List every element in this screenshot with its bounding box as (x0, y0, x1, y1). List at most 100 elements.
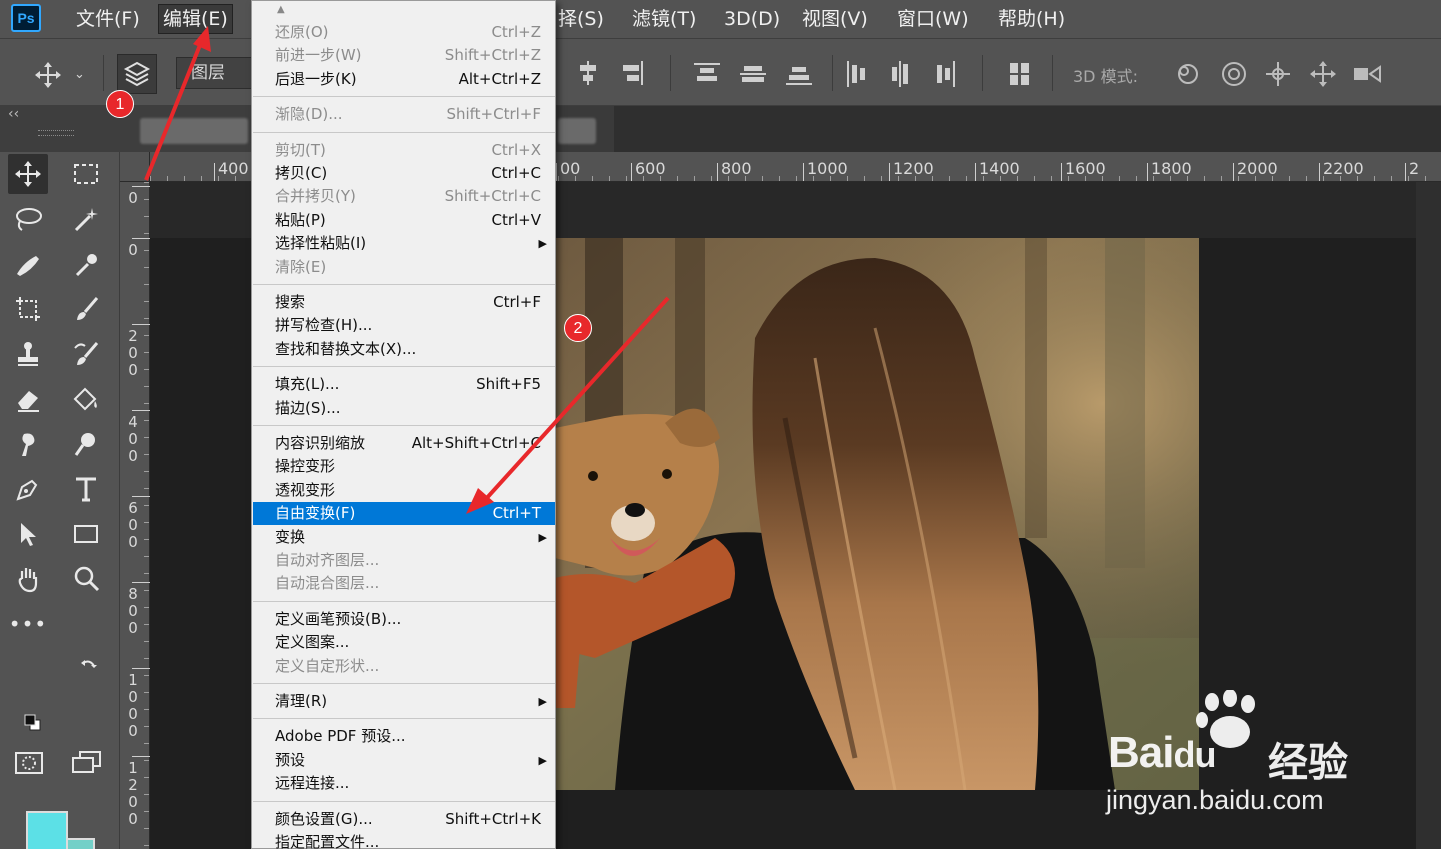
menu-item[interactable]: 选择性粘贴(I) ▶ (253, 232, 555, 255)
type-tool-icon[interactable] (66, 469, 106, 509)
layer-select-dropdown[interactable]: 图层 (176, 57, 256, 89)
menu-item[interactable]: 定义画笔预设(B)... (253, 608, 555, 631)
ruler-label: 4 0 0 (128, 413, 138, 465)
ruler-minor-tick (1153, 176, 1154, 181)
clone-stamp-tool-icon[interactable] (8, 334, 48, 374)
brush-tool-icon[interactable] (66, 289, 106, 329)
menu-item[interactable]: 还原(O) Ctrl+Z (253, 21, 555, 44)
menu-item[interactable]: Adobe PDF 预设... (253, 725, 555, 748)
paint-bucket-tool-icon[interactable] (66, 379, 106, 419)
ruler-minor-tick (144, 607, 149, 608)
menu-file[interactable]: 文件(F) (76, 0, 140, 38)
foreground-color-swatch[interactable] (26, 811, 68, 849)
menu-item[interactable]: 自动对齐图层... (253, 549, 555, 572)
eyedropper-tool-icon[interactable] (66, 244, 106, 284)
menu-item-label: 渐隐(D)... (275, 105, 343, 124)
ruler-minor-tick (1034, 176, 1035, 181)
menu-item[interactable]: 搜索 Ctrl+F (253, 291, 555, 314)
menu-item[interactable]: 自动混合图层... (253, 572, 555, 595)
ruler-minor-tick (144, 845, 149, 846)
menu-item[interactable]: 清理(R) ▶ (253, 690, 555, 713)
menu-item[interactable]: 清除(E) (253, 256, 555, 279)
lasso-tool-icon[interactable] (8, 199, 48, 239)
menu-item[interactable]: 指定配置文件... (253, 831, 555, 849)
menu-item[interactable]: 定义自定形状... (253, 655, 555, 678)
3d-mode-icons[interactable] (1172, 59, 1392, 89)
menu-item[interactable]: 描边(S)... (253, 397, 555, 420)
menu-item[interactable]: 剪切(T) Ctrl+X (253, 139, 555, 162)
rectangle-tool-icon[interactable] (66, 514, 106, 554)
auto-align-icon[interactable] (1008, 61, 1032, 87)
pen-tool-icon[interactable] (8, 469, 48, 509)
move-tool-icon[interactable] (8, 154, 48, 194)
menu-item[interactable]: 远程连接... (253, 772, 555, 795)
menu-window[interactable]: 窗口(W) (897, 0, 969, 38)
menu-item[interactable]: 渐隐(D)... Shift+Ctrl+F (253, 103, 555, 126)
history-brush-tool-icon[interactable] (66, 334, 106, 374)
chevron-down-icon[interactable]: ⌄ (74, 65, 85, 85)
menu-help[interactable]: 帮助(H) (998, 0, 1065, 38)
collapse-panel-icon[interactable]: ‹‹ (8, 106, 19, 122)
menu-item-shortcut: Shift+Ctrl+F (446, 105, 541, 124)
ruler-tick (132, 496, 150, 497)
menu-item[interactable]: 预设 ▶ (253, 749, 555, 772)
eraser-tool-icon[interactable] (8, 379, 48, 419)
scroll-up-icon[interactable]: ▲ (252, 1, 557, 19)
document-tab-2[interactable] (558, 118, 596, 144)
dodge-tool-icon[interactable] (66, 424, 106, 464)
auto-select-layers-button[interactable] (117, 54, 157, 94)
menu-filter[interactable]: 滤镜(T) (632, 0, 696, 38)
toolbox: ••• (0, 152, 120, 849)
menu-item[interactable]: 粘贴(P) Ctrl+V (253, 209, 555, 232)
ruler-minor-tick (847, 176, 848, 181)
menu-item[interactable]: 合并拷贝(Y) Shift+Ctrl+C (253, 185, 555, 208)
menu-item[interactable]: 内容识别缩放 Alt+Shift+Ctrl+C (253, 432, 555, 455)
menu-item[interactable]: 拷贝(C) Ctrl+C (253, 162, 555, 185)
menu-item-label: 后退一步(K) (275, 69, 357, 88)
ruler-label: 1 0 0 0 (128, 671, 138, 740)
document-tab[interactable] (140, 118, 248, 144)
marquee-tool-icon[interactable] (66, 154, 106, 194)
menu-item[interactable]: 查找和替换文本(X)... (253, 338, 555, 361)
menu-item-label: 描边(S)... (275, 398, 341, 417)
menu-item[interactable]: 后退一步(K) Alt+Ctrl+Z (253, 68, 555, 91)
menu-edit[interactable]: 编辑(E) (158, 4, 233, 34)
zoom-tool-icon[interactable] (66, 559, 106, 599)
menu-item[interactable]: 变换 ▶ (253, 526, 555, 549)
hand-tool-icon[interactable] (8, 559, 48, 599)
menu-item[interactable]: 自由变换(F) Ctrl+T (253, 502, 555, 526)
default-colors-icon[interactable] (24, 714, 42, 732)
healing-brush-tool-icon[interactable] (8, 244, 48, 284)
ruler-origin[interactable] (120, 152, 150, 182)
align-icon[interactable] (577, 61, 647, 87)
menu-item[interactable]: 定义图案... (253, 631, 555, 654)
menu-item-shortcut: Shift+Ctrl+K (445, 809, 541, 828)
ruler-minor-tick (949, 176, 950, 181)
menu-view[interactable]: 视图(V) (802, 0, 868, 38)
ruler-label: 1800 (1151, 159, 1192, 178)
crop-tool-icon[interactable] (8, 289, 48, 329)
distribute-icon[interactable] (692, 61, 817, 87)
ruler-minor-tick (1187, 176, 1188, 181)
quick-mask-icon[interactable] (14, 750, 46, 778)
panel-grip[interactable] (38, 130, 74, 136)
distribute-horizontal-icon[interactable] (845, 59, 960, 89)
menu-item[interactable]: 透视变形 (253, 479, 555, 502)
menu-select[interactable]: 择(S) (558, 0, 604, 38)
menu-item[interactable]: 颜色设置(G)... Shift+Ctrl+K (253, 808, 555, 831)
path-selection-tool-icon[interactable] (8, 514, 48, 554)
ruler-minor-tick (592, 176, 593, 181)
menu-3d[interactable]: 3D(D) (724, 0, 780, 38)
3d-slide-icon (1310, 61, 1336, 87)
ruler-minor-tick (1306, 176, 1307, 181)
more-tools-icon[interactable]: ••• (8, 604, 48, 644)
menu-item[interactable]: 填充(L)... Shift+F5 (253, 373, 555, 396)
menu-item[interactable]: 拼写检查(H)... (253, 314, 555, 337)
magic-wand-tool-icon[interactable] (66, 199, 106, 239)
menu-item[interactable]: 前进一步(W) Shift+Ctrl+Z (253, 44, 555, 67)
move-icon[interactable] (33, 61, 63, 89)
swap-colors-icon[interactable] (80, 657, 98, 675)
menu-item[interactable]: 操控变形 (253, 455, 555, 478)
smudge-tool-icon[interactable] (8, 424, 48, 464)
screen-mode-icon[interactable] (70, 750, 104, 778)
